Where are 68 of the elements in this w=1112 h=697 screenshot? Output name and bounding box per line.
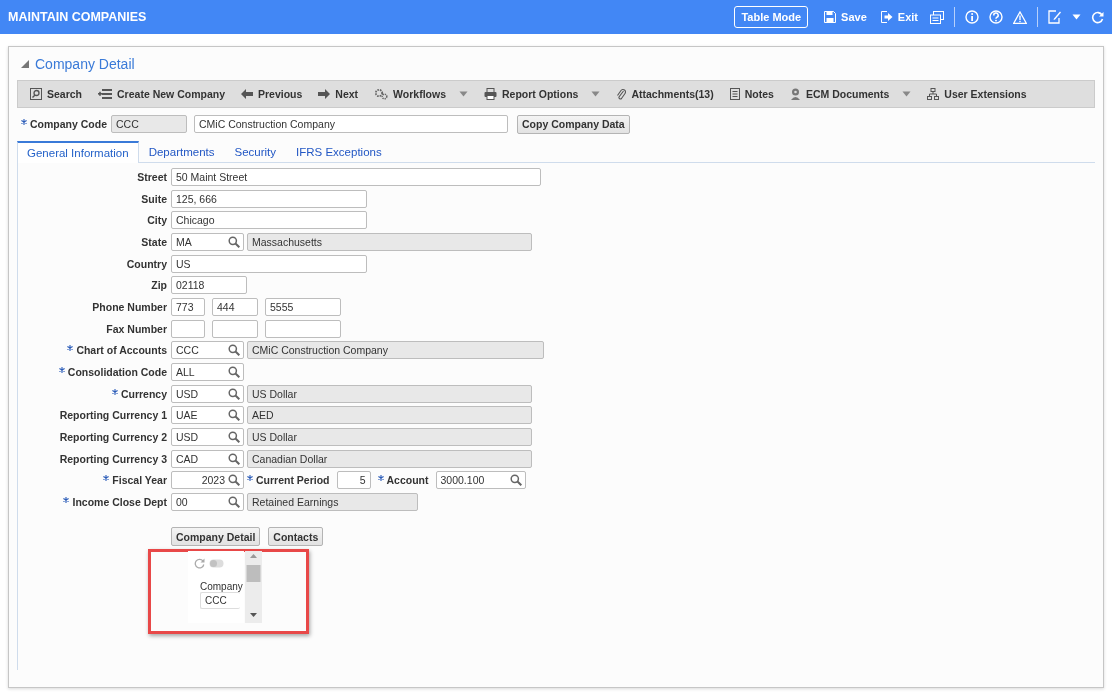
toolbar-button[interactable]: Create New Company	[92, 88, 231, 100]
text-field[interactable]: Chicago	[171, 211, 367, 230]
field-label: City	[146, 214, 168, 227]
copy-company-data-button[interactable]: Copy Company Data	[517, 114, 630, 134]
lookup-field[interactable]: 3000.100	[435, 471, 526, 490]
lookup-field[interactable]: USD	[171, 384, 244, 403]
company-code-field[interactable]: CCC	[111, 115, 187, 133]
lookup-field[interactable]: UAE	[171, 406, 244, 425]
lookup-field[interactable]: ALL	[171, 363, 244, 382]
company-field[interactable]: CCC	[200, 592, 240, 609]
toolbar-button[interactable]: Notes	[723, 88, 780, 100]
description-field[interactable]: Canadian Dollar	[247, 449, 532, 468]
lookup-field[interactable]: CCC	[171, 341, 244, 360]
text-field[interactable]: 5555	[265, 297, 341, 316]
lookup-field[interactable]: 00	[171, 493, 244, 512]
toolbar-button[interactable]: Attachments(13)	[610, 88, 720, 100]
window-title: MAINTAIN COMPANIES	[8, 10, 148, 24]
lookup-field[interactable]: USD	[171, 428, 244, 447]
field-label: Phone Number	[91, 300, 168, 313]
description-field[interactable]: US Dollar	[247, 384, 532, 403]
field-label: Fax Number	[105, 322, 168, 335]
tab[interactable]: General Information	[17, 141, 139, 163]
toolbar-button[interactable]: Workflows	[368, 88, 474, 100]
field-label: Chart of Accounts	[18, 344, 171, 357]
field-label: Account	[377, 474, 429, 487]
field-label: Company	[200, 581, 244, 592]
field-label: Company Code	[21, 118, 107, 130]
toolbar-button[interactable]: Report Options	[478, 88, 607, 100]
description-field[interactable]: Massachusetts	[247, 232, 532, 251]
number-field[interactable]: 5	[336, 471, 371, 490]
tab[interactable]: Security	[224, 141, 287, 162]
field-label: Income Close Dept	[18, 496, 171, 509]
toolbar-button[interactable]: ECM Documents	[783, 88, 918, 100]
field-label: Reporting Currency 3	[58, 452, 168, 465]
field-label: Currency	[18, 387, 171, 400]
toolbar-button[interactable]: Search	[24, 88, 89, 100]
field-label: Fiscal Year	[18, 474, 171, 487]
field-label: Country	[125, 257, 168, 270]
form-button[interactable]: Contacts	[268, 527, 324, 546]
company-name-field[interactable]: CMiC Construction Company	[194, 115, 508, 133]
text-field[interactable]: 125, 666	[171, 189, 367, 208]
toolbar-button[interactable]: Next	[312, 88, 365, 100]
toolbar-button[interactable]: User Extensions	[921, 88, 1033, 100]
description-field[interactable]: CMiC Construction Company	[247, 341, 544, 360]
tab[interactable]: Departments	[138, 141, 225, 162]
text-field[interactable]: 02118	[171, 276, 247, 295]
description-field[interactable]: Retained Earnings	[247, 493, 418, 512]
section-title: Company Detail	[35, 56, 135, 72]
field-label: Current Period	[247, 474, 330, 487]
field-label: Reporting Currency 1	[58, 409, 168, 422]
text-field[interactable]: US	[171, 254, 367, 273]
lookup-field[interactable]: 2023	[171, 471, 244, 490]
lookup-field[interactable]: MA	[171, 232, 244, 251]
form-button[interactable]: Company Detail	[171, 527, 261, 546]
text-field[interactable]: 444	[212, 297, 258, 316]
tab[interactable]: IFRS Exceptions	[286, 141, 392, 162]
field-label: Zip	[150, 279, 168, 292]
field-label: Consolidation Code	[18, 366, 171, 379]
description-field[interactable]: AED	[247, 406, 532, 425]
field-label: Reporting Currency 2	[58, 431, 168, 444]
field-label: Suite	[140, 192, 168, 205]
field-label: State	[140, 235, 168, 248]
text-field[interactable]: 773	[171, 297, 205, 316]
field-label: Street	[136, 170, 168, 183]
toolbar-button[interactable]: Previous	[235, 88, 309, 100]
description-field[interactable]: US Dollar	[247, 428, 532, 447]
lookup-field[interactable]: CAD	[171, 449, 244, 468]
text-field[interactable]: 50 Maint Street	[171, 167, 541, 186]
